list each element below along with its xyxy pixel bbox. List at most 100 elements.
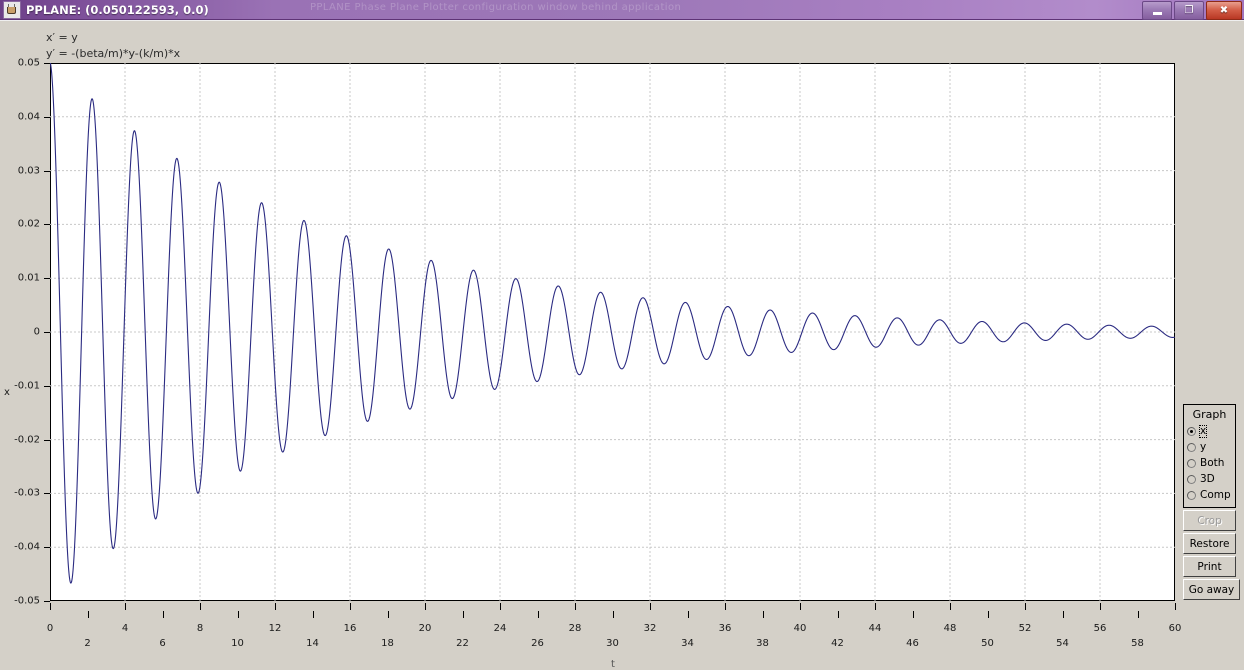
- plot-area[interactable]: [50, 63, 1175, 601]
- x-tick-mark: [1175, 603, 1176, 610]
- x-tick-mark: [313, 611, 314, 618]
- maximize-icon: ❐: [1175, 2, 1203, 19]
- maximize-button[interactable]: ❐: [1174, 1, 1204, 20]
- x-tick-mark: [463, 611, 464, 618]
- radio-option-both[interactable]: Both: [1187, 455, 1233, 471]
- x-tick-mark: [425, 603, 426, 610]
- equation-display: x′ = y y′ = -(beta/m)*y-(k/m)*x: [46, 30, 180, 62]
- x-tick-mark: [725, 603, 726, 610]
- x-tick-mark: [1138, 611, 1139, 618]
- solution-curve: [50, 63, 1175, 583]
- x-tick-mark: [875, 603, 876, 610]
- x-tick-label: 20: [419, 623, 432, 634]
- y-axis-label: x: [4, 387, 10, 398]
- x-tick-label: 16: [344, 623, 357, 634]
- y-tick-label: -0.03: [14, 488, 40, 499]
- y-axis: x 0.050.040.030.020.010-0.01-0.02-0.03-0…: [0, 63, 50, 603]
- x-tick-mark: [1100, 603, 1101, 610]
- x-tick-mark: [275, 603, 276, 610]
- x-tick-mark: [125, 603, 126, 610]
- radio-label: Comp: [1199, 490, 1232, 501]
- radio-button[interactable]: [1187, 491, 1196, 500]
- x-tick-mark: [1063, 611, 1064, 618]
- x-tick-label: 2: [84, 638, 90, 649]
- x-tick-label: 8: [197, 623, 203, 634]
- x-tick-label: 28: [569, 623, 582, 634]
- x-tick-label: 0: [47, 623, 53, 634]
- equation-x-prime: x′ = y: [46, 30, 180, 46]
- titlebar-ghost-text: PPLANE Phase Plane Plotter configuration…: [310, 2, 1010, 16]
- x-tick-mark: [388, 611, 389, 618]
- x-tick-mark: [538, 611, 539, 618]
- radio-label: x: [1199, 425, 1207, 438]
- window-titlebar: PPLANE Phase Plane Plotter configuration…: [0, 0, 1244, 20]
- radio-option-3d[interactable]: 3D: [1187, 471, 1233, 487]
- radio-button[interactable]: [1187, 427, 1196, 436]
- x-tick-label: 26: [531, 638, 544, 649]
- x-tick-label: 14: [306, 638, 319, 649]
- restore-button[interactable]: Restore: [1183, 533, 1236, 554]
- x-tick-mark: [763, 611, 764, 618]
- x-tick-mark: [575, 603, 576, 610]
- go-away-button[interactable]: Go away: [1183, 579, 1240, 600]
- x-tick-mark: [500, 603, 501, 610]
- x-tick-label: 58: [1131, 638, 1144, 649]
- x-tick-mark: [50, 603, 51, 610]
- close-icon: ✖: [1207, 2, 1241, 19]
- x-tick-label: 34: [681, 638, 694, 649]
- button-label: Go away: [1189, 584, 1235, 596]
- x-tick-label: 24: [494, 623, 507, 634]
- minimize-button[interactable]: [1142, 1, 1172, 20]
- x-tick-label: 18: [381, 638, 394, 649]
- x-tick-label: 60: [1169, 623, 1182, 634]
- x-tick-label: 56: [1094, 623, 1107, 634]
- radio-option-x[interactable]: x: [1187, 423, 1233, 439]
- graph-radio-group: Graph xy Both 3D Comp: [1183, 404, 1236, 508]
- java-cup-icon: [3, 1, 21, 19]
- window-title: PPLANE: (0.050122593, 0.0): [26, 3, 209, 17]
- x-tick-mark: [613, 611, 614, 618]
- y-tick-label: -0.01: [14, 380, 40, 391]
- y-tick-label: 0.03: [18, 165, 40, 176]
- radio-button[interactable]: [1187, 475, 1196, 484]
- window-buttons: ❐ ✖: [1142, 1, 1242, 20]
- x-tick-label: 22: [456, 638, 469, 649]
- x-tick-mark: [988, 611, 989, 618]
- x-tick-label: 40: [794, 623, 807, 634]
- x-tick-mark: [163, 611, 164, 618]
- x-tick-label: 44: [869, 623, 882, 634]
- x-tick-mark: [1025, 603, 1026, 610]
- x-tick-label: 52: [1019, 623, 1032, 634]
- x-tick-label: 4: [122, 623, 128, 634]
- x-tick-mark: [350, 603, 351, 610]
- graph-control-panel: Graph xy Both 3D Comp CropRestore Print Go aw…: [1183, 404, 1240, 600]
- x-tick-mark: [238, 611, 239, 618]
- x-tick-label: 6: [159, 638, 165, 649]
- x-tick-label: 42: [831, 638, 844, 649]
- graph-group-title: Graph: [1186, 408, 1233, 421]
- y-tick-label: -0.04: [14, 542, 40, 553]
- radio-button[interactable]: [1187, 443, 1196, 452]
- pplane-window: PPLANE Phase Plane Plotter configuration…: [0, 0, 1244, 661]
- x-tick-label: 12: [269, 623, 282, 634]
- close-button[interactable]: ✖: [1206, 1, 1242, 20]
- x-axis: 0246810121416182022242628303234363840424…: [0, 601, 1244, 641]
- equation-y-prime: y′ = -(beta/m)*y-(k/m)*x: [46, 46, 180, 62]
- y-tick-label: -0.02: [14, 434, 40, 445]
- x-tick-mark: [950, 603, 951, 610]
- y-tick-label: 0.02: [18, 219, 40, 230]
- radio-button[interactable]: [1187, 459, 1196, 468]
- x-tick-mark: [200, 603, 201, 610]
- button-label: Print: [1197, 561, 1221, 573]
- radio-label: Both: [1199, 458, 1225, 469]
- x-tick-label: 38: [756, 638, 769, 649]
- x-tick-label: 10: [231, 638, 244, 649]
- crop-button: Crop: [1183, 510, 1236, 531]
- radio-label: 3D: [1199, 474, 1216, 485]
- x-tick-label: 36: [719, 623, 732, 634]
- radio-label: y: [1199, 442, 1207, 453]
- x-tick-label: 30: [606, 638, 619, 649]
- radio-option-comp[interactable]: Comp: [1187, 487, 1233, 503]
- radio-option-y[interactable]: y: [1187, 439, 1233, 455]
- print-button[interactable]: Print: [1183, 556, 1236, 577]
